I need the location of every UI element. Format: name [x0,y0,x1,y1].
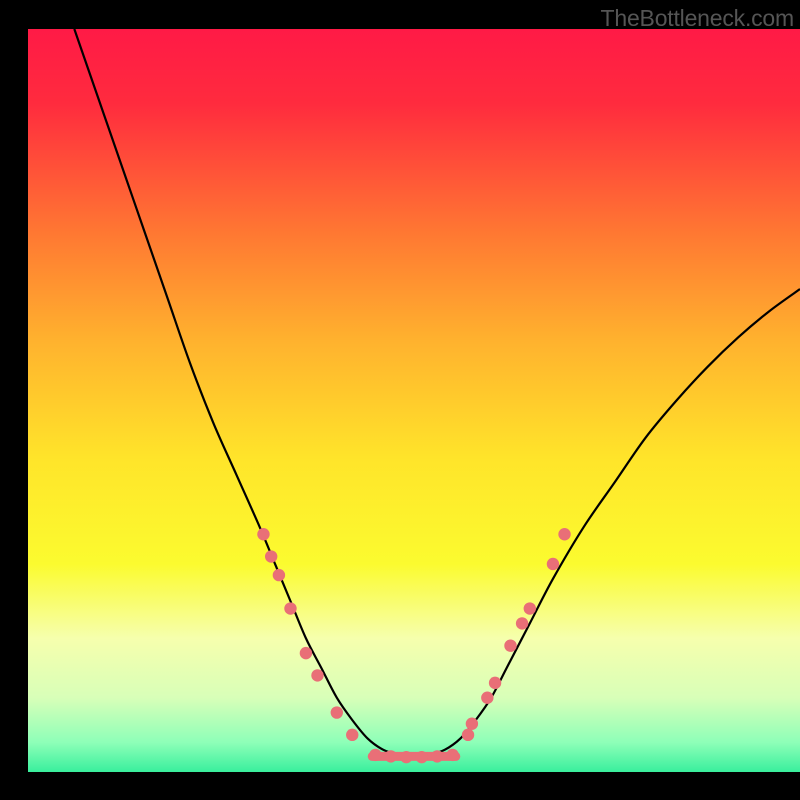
flat-bottom-segment [368,752,461,761]
marker-dot [446,749,458,761]
marker-dot [265,550,277,562]
marker-dot [462,729,474,741]
marker-dot [385,750,397,762]
marker-dot [504,639,516,651]
chart-frame [28,0,800,772]
marker-dot [558,528,570,540]
bottleneck-chart [28,0,800,772]
marker-dot [346,729,358,741]
marker-dot [284,602,296,614]
marker-dot [400,751,412,763]
marker-dot [311,669,323,681]
marker-dot [489,677,501,689]
marker-dot [516,617,528,629]
marker-dot [524,602,536,614]
marker-dot [273,569,285,581]
marker-dot [331,706,343,718]
marker-dot [300,647,312,659]
marker-dot [431,750,443,762]
marker-dot [466,718,478,730]
marker-dot [416,751,428,763]
gradient-background [28,29,800,772]
watermark-text: TheBottleneck.com [601,5,794,32]
marker-dot [257,528,269,540]
marker-dot [481,692,493,704]
marker-dot [369,749,381,761]
marker-dot [547,558,559,570]
